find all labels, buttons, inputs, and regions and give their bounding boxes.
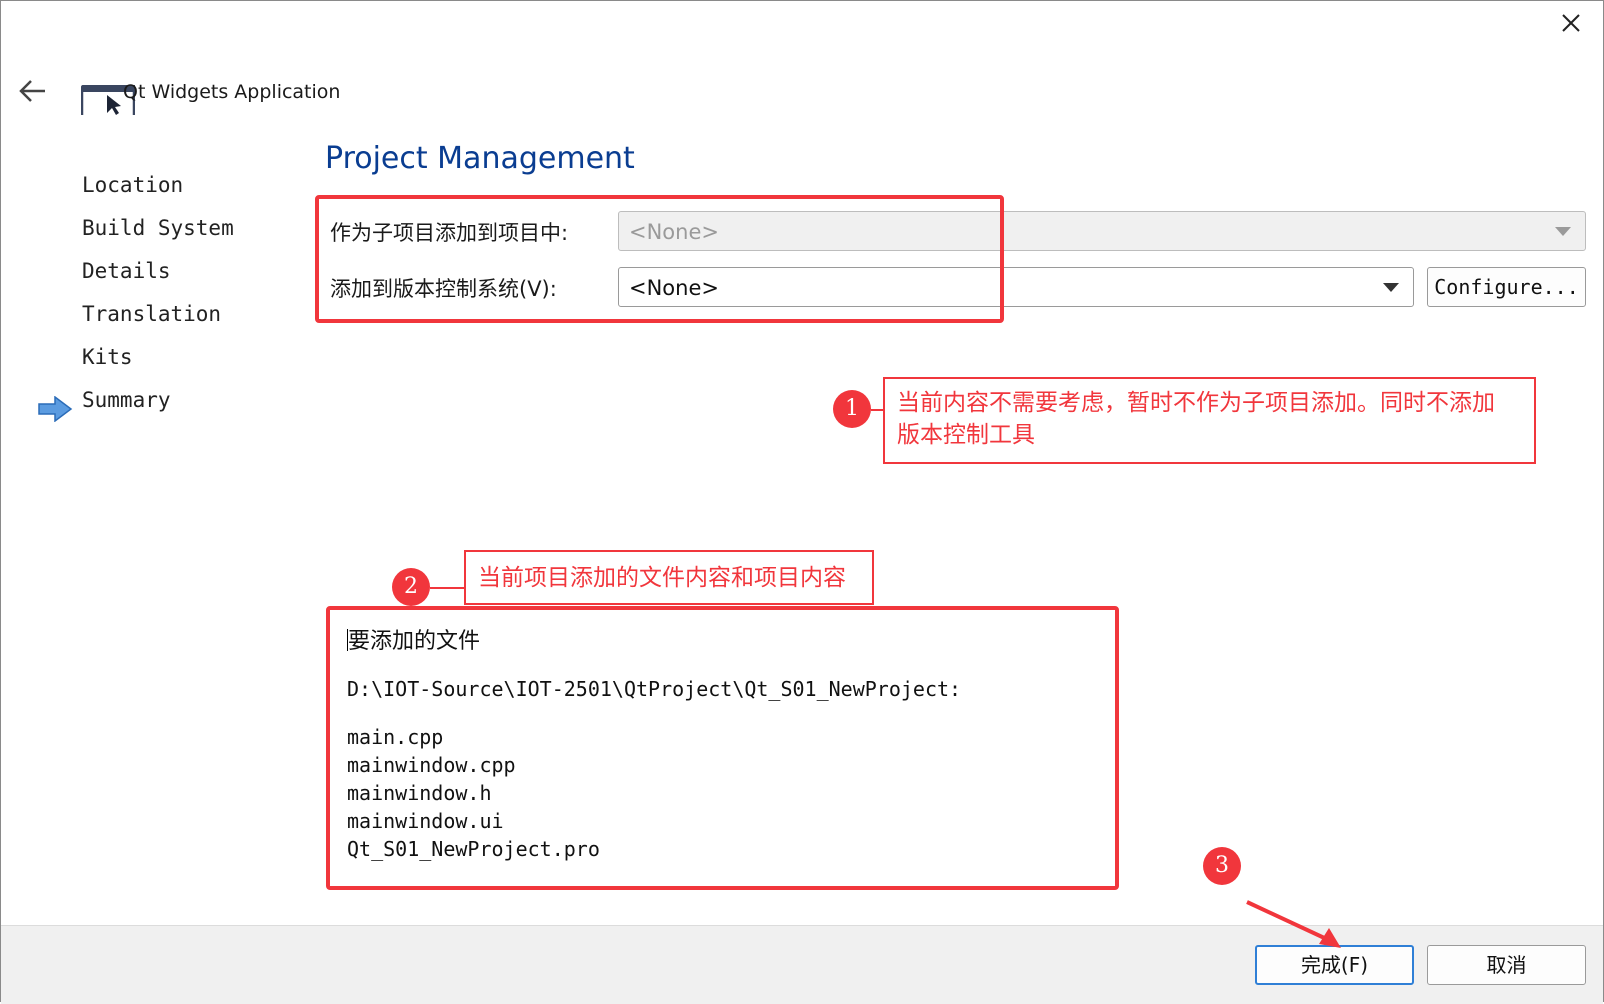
- callout-text-1-line2: 版本控制工具: [897, 422, 1035, 448]
- nav-item-details: Details: [82, 259, 171, 283]
- callout-badge-1: 1: [833, 390, 871, 428]
- back-arrow-icon[interactable]: [17, 77, 49, 105]
- callout-text-2: 当前项目添加的文件内容和项目内容: [478, 565, 846, 591]
- highlight-box-files: [326, 606, 1119, 890]
- wizard-title: Qt Widgets Application: [123, 81, 341, 103]
- callout-box-2: 当前项目添加的文件内容和项目内容: [464, 550, 874, 605]
- callout-box-1: 当前内容不需要考虑，暂时不作为子项目添加。同时不添加 版本控制工具: [883, 377, 1536, 464]
- wizard-window: Qt Widgets Application Location Build Sy…: [0, 0, 1604, 1004]
- close-icon[interactable]: [1559, 11, 1583, 35]
- chevron-down-icon: [1555, 227, 1571, 236]
- callout-text-1-line1: 当前内容不需要考虑，暂时不作为子项目添加。同时不添加: [897, 390, 1495, 416]
- current-step-arrow-icon: [38, 396, 73, 422]
- configure-button[interactable]: Configure...: [1427, 267, 1586, 307]
- callout-badge-3: 3: [1203, 847, 1241, 885]
- nav-item-build-system: Build System: [82, 216, 234, 240]
- nav-item-summary: Summary: [82, 388, 171, 412]
- pointer-arrow-icon: [1246, 900, 1341, 948]
- page-title: Project Management: [325, 141, 635, 176]
- chevron-down-icon: [1383, 283, 1399, 292]
- callout-badge-2: 2: [392, 568, 430, 606]
- cancel-button[interactable]: 取消: [1427, 945, 1586, 985]
- nav-item-translation: Translation: [82, 302, 222, 326]
- callout-leader-2: [430, 587, 465, 589]
- nav-item-kits: Kits: [82, 345, 133, 369]
- nav-item-location: Location: [82, 173, 184, 197]
- highlight-box-form: [315, 195, 1004, 323]
